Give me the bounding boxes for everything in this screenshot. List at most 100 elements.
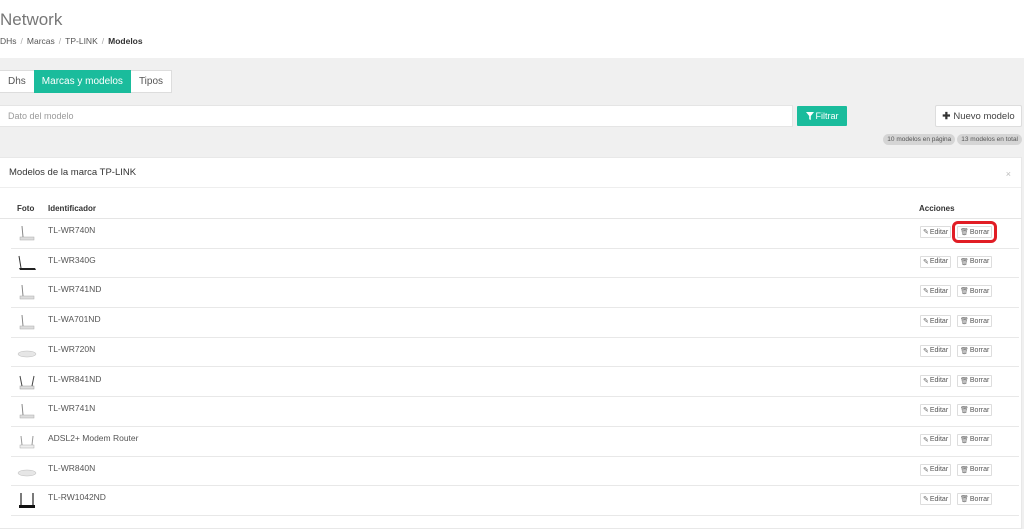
router-photo-icon [16,401,38,421]
delete-button[interactable]: 🗑 Borrar [957,374,993,387]
router-photo-icon [16,312,38,332]
model-identifier: TL-RW1042ND [48,492,106,503]
close-icon[interactable]: × [1006,169,1011,179]
table-header: Foto Identificador Acciones [0,201,1022,219]
edit-button-label: Editar [929,228,949,236]
filter-button-label: Filtrar [815,111,839,121]
trash-icon: 🗑 [960,377,969,385]
edit-button[interactable]: ✎ Editar [920,374,952,387]
model-identifier: TL-WA701ND [48,314,101,325]
table-row: TL-RW1042ND ✎ Editar 🗑 Borrar [11,486,1019,516]
trash-icon: 🗑 [960,258,969,266]
table-row: TL-WR720N ✎ Editar 🗑 Borrar [11,338,1019,368]
plus-icon: ✚ [942,110,951,122]
edit-icon: ✎ [923,288,929,296]
delete-button[interactable]: 🗑 Borrar [951,221,998,243]
edit-button[interactable]: ✎ Editar [920,226,952,238]
edit-button[interactable]: ✎ Editar [920,315,952,328]
router-photo-icon [16,342,38,362]
edit-button[interactable]: ✎ Editar [920,255,952,268]
trash-icon: 🗑 [960,318,969,326]
delete-button[interactable]: 🗑 Borrar [957,493,993,506]
breadcrumb-item-current: Modelos [108,36,143,46]
tab-marcas-y-modelos[interactable]: Marcas y modelos [33,70,131,93]
filter-button[interactable]: Filtrar [797,106,847,126]
edit-button-label: Editar [929,317,949,325]
model-identifier: TL-WR720N [48,343,96,354]
delete-button[interactable]: 🗑 Borrar [957,433,993,446]
edit-button-label: Editar [929,406,949,414]
router-photo-icon [16,461,38,481]
model-identifier: TL-WR841ND [48,373,102,384]
trash-icon: 🗑 [960,436,969,444]
edit-button-label: Editar [929,495,949,503]
tab-bar: Dhs Marcas y modelos Tipos [0,70,173,93]
model-identifier: ADSL2+ Modem Router [48,432,139,443]
router-photo-icon [16,223,38,243]
edit-icon: ✎ [923,407,929,415]
edit-button-label: Editar [929,347,949,355]
new-model-button[interactable]: ✚ Nuevo modelo [935,105,1022,127]
edit-icon: ✎ [923,258,929,266]
delete-button[interactable]: 🗑 Borrar [957,463,993,476]
breadcrumb-item-marcas[interactable]: Marcas [27,36,55,46]
models-per-page-badge: 10 modelos en página [883,134,956,145]
edit-button[interactable]: ✎ Editar [920,344,952,357]
model-identifier: TL-WR740N [48,225,96,235]
top-header: Network DHs / Marcas / TP-LINK / Modelos [0,0,1024,58]
router-photo-icon [16,372,38,392]
edit-button-label: Editar [929,377,949,384]
model-identifier: TL-WR741N [48,403,96,414]
delete-button[interactable]: 🗑 Borrar [957,315,993,328]
edit-button[interactable]: ✎ Editar [920,285,952,298]
trash-icon: 🗑 [960,407,969,415]
breadcrumb-separator: / [20,36,23,46]
tab-dhs[interactable]: Dhs [0,71,34,92]
table-row: TL-WR840N ✎ Editar 🗑 Borrar [11,457,1019,487]
page-title: Network [0,10,63,29]
edit-icon: ✎ [923,436,929,444]
edit-button[interactable]: ✎ Editar [920,433,952,446]
panel-header: Modelos de la marca TP-LINK × [0,158,1021,188]
table-row: TL-WR841ND ✎ Editar 🗑 Borrar [11,368,1019,398]
delete-button-label: Borrar [969,347,990,355]
table-row: TL-WA701ND ✎ Editar 🗑 Borrar [11,308,1019,338]
model-identifier: TL-WR741ND [48,284,102,295]
edit-button-label: Editar [929,258,949,266]
router-photo-icon [16,282,38,302]
breadcrumb-separator: / [58,36,62,46]
column-header-acciones: Acciones [919,204,955,213]
delete-button-label: Borrar [969,377,990,384]
breadcrumb: DHs / Marcas / TP-LINK / Modelos [0,36,143,46]
model-search-input[interactable] [0,105,793,127]
panel-title: Modelos de la marca TP-LINK [9,167,137,178]
delete-button[interactable]: 🗑 Borrar [957,344,993,357]
edit-icon: ✎ [923,347,929,355]
breadcrumb-item-brand[interactable]: TP-LINK [65,36,98,46]
delete-button[interactable]: 🗑 Borrar [957,255,993,268]
edit-icon: ✎ [923,229,929,236]
models-panel: Modelos de la marca TP-LINK × Foto Ident… [0,157,1022,529]
edit-icon: ✎ [923,377,929,385]
edit-button[interactable]: ✎ Editar [920,493,952,506]
model-identifier: TL-WR840N [48,462,96,473]
edit-button[interactable]: ✎ Editar [920,463,952,476]
new-model-button-label: Nuevo modelo [953,110,1015,122]
delete-button-label: Borrar [969,466,990,474]
trash-icon: 🗑 [960,496,969,504]
count-badges: 10 modelos en página 13 modelos en total [883,134,1022,145]
edit-button[interactable]: ✎ Editar [920,404,952,417]
edit-icon: ✎ [923,318,929,326]
column-header-foto: Foto [17,204,35,213]
table-row: TL-WR340G ✎ Editar 🗑 Borrar [11,249,1019,279]
edit-button-label: Editar [929,287,949,295]
tab-tipos[interactable]: Tipos [131,71,171,92]
breadcrumb-item-dhs[interactable]: DHs [0,36,17,46]
delete-button[interactable]: 🗑 Borrar [957,285,993,298]
edit-button-label: Editar [929,466,949,474]
trash-icon: 🗑 [960,229,969,236]
filter-icon [805,112,814,120]
table-row: ADSL2+ Modem Router ✎ Editar 🗑 Borrar [11,427,1019,457]
delete-button[interactable]: 🗑 Borrar [957,404,993,417]
table-row: TL-WR741ND ✎ Editar 🗑 Borrar [11,278,1019,309]
